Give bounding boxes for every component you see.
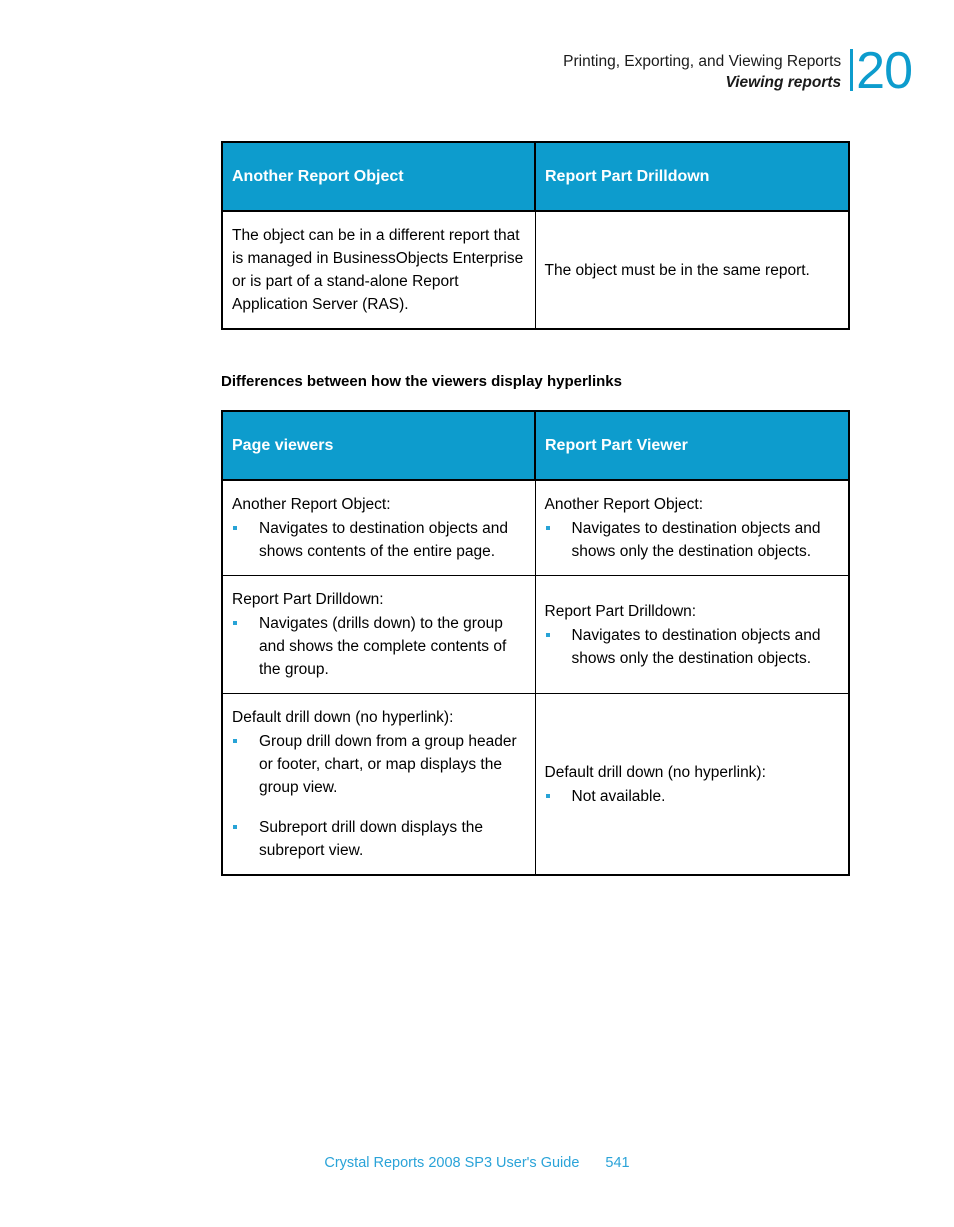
cell-lead-text: Report Part Drilldown: (544, 602, 697, 620)
chapter-accent-rule (850, 49, 854, 91)
list-item: Navigates to destination objects and sho… (545, 517, 839, 563)
chapter-title: Printing, Exporting, and Viewing Reports (563, 53, 842, 70)
table2-cell-r0-c0: Another Report Object: Navigates to dest… (222, 480, 536, 576)
list-item: Group drill down from a group header or … (232, 730, 525, 799)
list-item-label: Not available. (571, 787, 666, 805)
list-item: Navigates to destination objects and sho… (232, 517, 525, 563)
bullet-icon (545, 526, 550, 530)
table1-col-header-1: Another Report Object (222, 142, 536, 212)
table2-col-header-1: Page viewers (222, 411, 536, 481)
list-item-label: Navigates to destination objects and sho… (259, 520, 509, 560)
table-header-row: Page viewers Report Part Viewer (222, 411, 849, 481)
table-row: Default drill down (no hyperlink): Group… (222, 693, 849, 876)
bullet-icon (545, 632, 550, 637)
list-item-label: Navigates (drills down) to the group and… (259, 615, 507, 678)
bullet-list: Navigates to destination objects and sho… (232, 517, 525, 563)
list-item: Navigates to destination objects and sho… (545, 624, 839, 670)
list-item: Subreport drill down displays the subrep… (232, 816, 525, 862)
table2-cell-r0-c1: Another Report Object: Navigates to dest… (535, 480, 849, 576)
list-item-label: Group drill down from a group header or … (259, 733, 517, 796)
footer-page-number: 541 (605, 1155, 630, 1171)
header-title-block: Printing, Exporting, and Viewing Reports… (563, 48, 850, 93)
cell-lead-text: Another Report Object: (232, 496, 391, 513)
cell-lead-text: Another Report Object: (544, 496, 704, 513)
list-item: Navigates (drills down) to the group and… (232, 612, 525, 681)
comparison-table-hyperlinks: Page viewers Report Part Viewer Another … (221, 410, 850, 876)
bullet-icon (233, 739, 237, 743)
cell-lead-text: Report Part Drilldown: (232, 591, 384, 608)
bullet-list: Navigates to destination objects and sho… (545, 624, 839, 670)
table1-col-header-2: Report Part Drilldown (535, 142, 849, 212)
cell-lead-text: Default drill down (no hyperlink): (232, 709, 454, 726)
table2-cell-r1-c1: Report Part Drilldown: Navigates to dest… (535, 575, 849, 694)
page-running-header: Printing, Exporting, and Viewing Reports… (563, 42, 913, 100)
list-item-label: Subreport drill down displays the subrep… (259, 819, 484, 859)
table-header-row: Another Report Object Report Part Drilld… (222, 142, 849, 212)
table1-cell-r0-c1: The object must be in the same report. (544, 261, 810, 279)
bullet-list: Group drill down from a group header or … (232, 730, 525, 862)
bullet-list: Navigates to destination objects and sho… (545, 517, 839, 563)
table2-cell-r2-c1: Default drill down (no hyperlink): Not a… (535, 694, 849, 876)
table2-col-header-2: Report Part Viewer (535, 411, 849, 481)
bullet-icon (545, 793, 550, 798)
bullet-list: Navigates (drills down) to the group and… (232, 612, 525, 681)
section-title: Viewing reports (725, 74, 842, 91)
cell-lead-text: Default drill down (no hyperlink): (544, 763, 766, 781)
table-row: Report Part Drilldown: Navigates (drills… (222, 575, 849, 694)
list-item: Not available. (545, 785, 839, 808)
list-item-label: Navigates to destination objects and sho… (571, 626, 821, 667)
page-footer: Crystal Reports 2008 SP3 User's Guide 541 (0, 1155, 954, 1171)
page-content: Another Report Object Report Part Drilld… (221, 141, 850, 876)
section-heading: Differences between how the viewers disp… (221, 373, 622, 390)
footer-guide-title: Crystal Reports 2008 SP3 User's Guide (324, 1155, 580, 1171)
table1-cell-r0-c0: The object can be in a different report … (222, 211, 536, 329)
bullet-icon (233, 825, 237, 829)
bullet-icon (233, 526, 237, 530)
table2-cell-r1-c0: Report Part Drilldown: Navigates (drills… (222, 575, 536, 694)
table-row: The object can be in a different report … (222, 211, 849, 329)
list-item-label: Navigates to destination objects and sho… (571, 520, 821, 560)
table2-cell-r2-c0: Default drill down (no hyperlink): Group… (222, 693, 536, 875)
table-row: Another Report Object: Navigates to dest… (222, 480, 849, 576)
comparison-table-objects: Another Report Object Report Part Drilld… (221, 141, 850, 330)
chapter-number: 20 (856, 42, 913, 100)
bullet-list: Not available. (545, 785, 839, 808)
bullet-icon (233, 621, 237, 625)
